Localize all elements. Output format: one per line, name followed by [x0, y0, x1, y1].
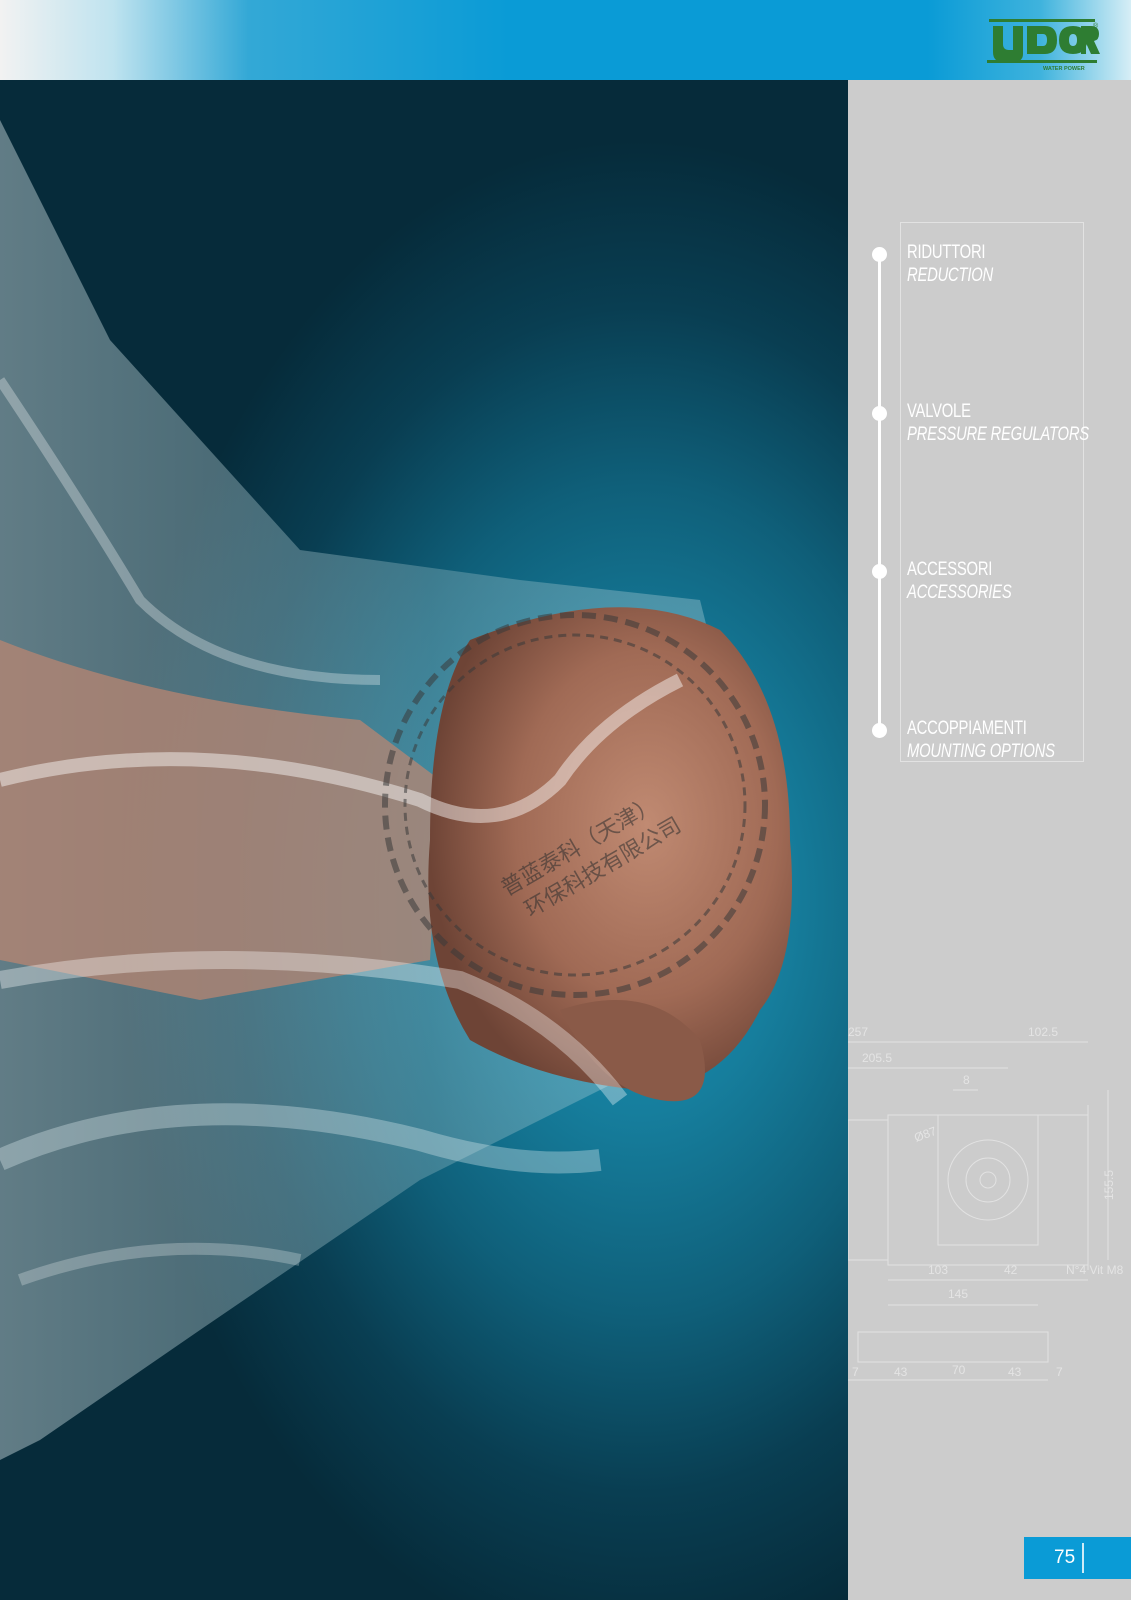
- menu-item-label-en: REDUCTION: [907, 265, 993, 286]
- menu-item-label-it: ACCESSORI: [907, 559, 993, 580]
- technical-drawing-watermark: 257 102.5 205.5 8 Ø87 155.5 103 42 145 N…: [848, 1025, 1124, 1381]
- hero-photo-fist-in-water: 普蓝泰科（天津） 环保科技有限公司: [0, 80, 848, 1600]
- bullet-dot-icon: [872, 406, 887, 421]
- svg-text:42: 42: [1004, 1263, 1018, 1277]
- svg-text:43: 43: [1008, 1365, 1022, 1379]
- menu-item-label-it: VALVOLE: [907, 401, 971, 422]
- logo-tagline: WATER POWER: [1043, 66, 1085, 72]
- section-menu-panel: [900, 222, 1084, 762]
- svg-text:43: 43: [894, 1365, 908, 1379]
- svg-text:N°4 Vit M8: N°4 Vit M8: [1066, 1263, 1124, 1277]
- menu-item-label-en: PRESSURE REGULATORS: [907, 424, 1089, 445]
- svg-text:8: 8: [963, 1073, 970, 1087]
- menu-item-label-it: RIDUTTORI: [907, 242, 986, 263]
- svg-text:145: 145: [948, 1287, 968, 1301]
- svg-text:103: 103: [928, 1263, 948, 1277]
- bullet-dot-icon: [872, 723, 887, 738]
- udor-logo: ® WATER POWER: [987, 19, 1100, 72]
- page-number-badge: 75: [1024, 1537, 1131, 1579]
- menu-item-label-en: ACCESSORIES: [907, 582, 1012, 603]
- page-number: 75: [1054, 1547, 1076, 1568]
- header-bar: ® WATER POWER: [0, 0, 1131, 80]
- svg-text:Ø87: Ø87: [912, 1124, 938, 1145]
- menu-item-label-en: MOUNTING OPTIONS: [907, 741, 1055, 762]
- svg-text:7: 7: [1056, 1365, 1063, 1379]
- svg-text:7: 7: [852, 1365, 859, 1379]
- menu-item-label-it: ACCOPPIAMENTI: [907, 718, 1027, 739]
- svg-text:®: ®: [1093, 22, 1099, 30]
- svg-text:102.5: 102.5: [1028, 1025, 1058, 1039]
- page-number-divider: [1082, 1543, 1084, 1573]
- svg-text:205.5: 205.5: [862, 1051, 892, 1065]
- menu-timeline-line: [878, 250, 881, 730]
- svg-text:257: 257: [848, 1025, 868, 1039]
- bullet-dot-icon: [872, 564, 887, 579]
- svg-text:155.5: 155.5: [1102, 1170, 1116, 1200]
- svg-text:70: 70: [952, 1363, 966, 1377]
- bullet-dot-icon: [872, 247, 887, 262]
